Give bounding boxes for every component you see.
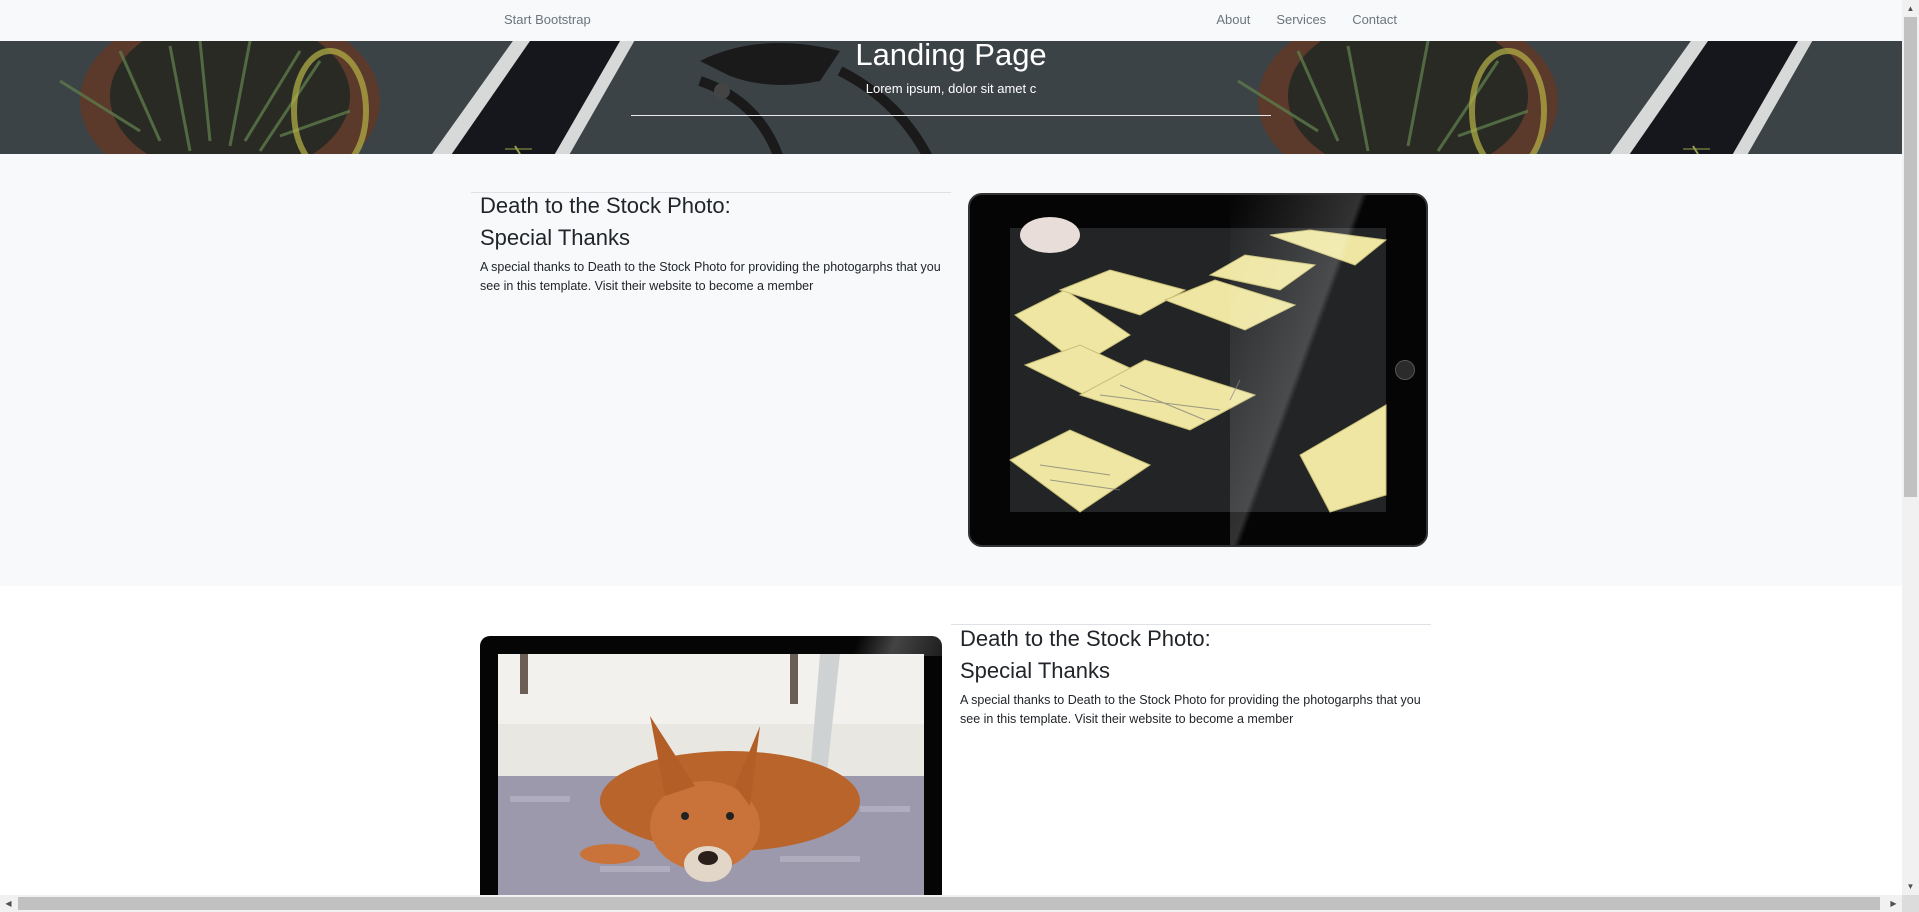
horizontal-scroll-thumb[interactable] xyxy=(18,897,1880,910)
showcase-heading-line2: Special Thanks xyxy=(480,225,631,250)
scroll-down-arrow[interactable]: ▼ xyxy=(1902,878,1919,895)
vertical-scroll-thumb[interactable] xyxy=(1904,17,1917,497)
showcase-text-2: Death to the Stock Photo: Special Thanks… xyxy=(960,623,1430,728)
showcase-section-1: Death to the Stock Photo: Special Thanks… xyxy=(0,154,1902,586)
showcase-heading-line1: Death to the Stock Photo: xyxy=(480,193,731,218)
scroll-right-arrow[interactable]: ▶ xyxy=(1885,895,1902,912)
scroll-left-arrow[interactable]: ◀ xyxy=(0,895,17,912)
brand-link[interactable]: Start Bootstrap xyxy=(504,12,591,27)
header-subtitle: Lorem ipsum, dolor sit amet c xyxy=(865,81,1037,96)
vertical-scrollbar[interactable]: ▲ ▼ xyxy=(1902,0,1919,895)
nav-about-link[interactable]: About xyxy=(1216,12,1250,27)
page-title: Landing Page xyxy=(855,41,1047,72)
showcase-text-1: Death to the Stock Photo: Special Thanks… xyxy=(480,190,950,295)
tablet-home-button xyxy=(1395,360,1415,380)
showcase-section-2: Death to the Stock Photo: Special Thanks… xyxy=(0,586,1902,895)
showcase-paragraph: A special thanks to Death to the Stock P… xyxy=(480,260,941,293)
showcase-paragraph: A special thanks to Death to the Stock P… xyxy=(960,693,1421,726)
top-navbar: Start Bootstrap About Services Contact xyxy=(0,0,1902,41)
monitor-device-image xyxy=(480,636,942,895)
nav-links: About Services Contact xyxy=(1216,12,1397,27)
tablet-device-image xyxy=(968,193,1428,547)
nav-contact-link[interactable]: Contact xyxy=(1352,12,1397,27)
scroll-up-arrow[interactable]: ▲ xyxy=(1902,0,1919,17)
page: Start Bootstrap About Services Contact L… xyxy=(0,0,1902,895)
showcase-heading-line2: Special Thanks xyxy=(960,658,1111,683)
header-divider xyxy=(631,115,1271,116)
header-banner: Landing Page Lorem ipsum, dolor sit amet… xyxy=(0,41,1902,154)
showcase-heading-line1: Death to the Stock Photo: xyxy=(960,626,1211,651)
scrollbar-corner xyxy=(1902,895,1919,912)
nav-services-link[interactable]: Services xyxy=(1276,12,1326,27)
horizontal-scrollbar[interactable]: ◀ ▶ xyxy=(0,895,1902,912)
